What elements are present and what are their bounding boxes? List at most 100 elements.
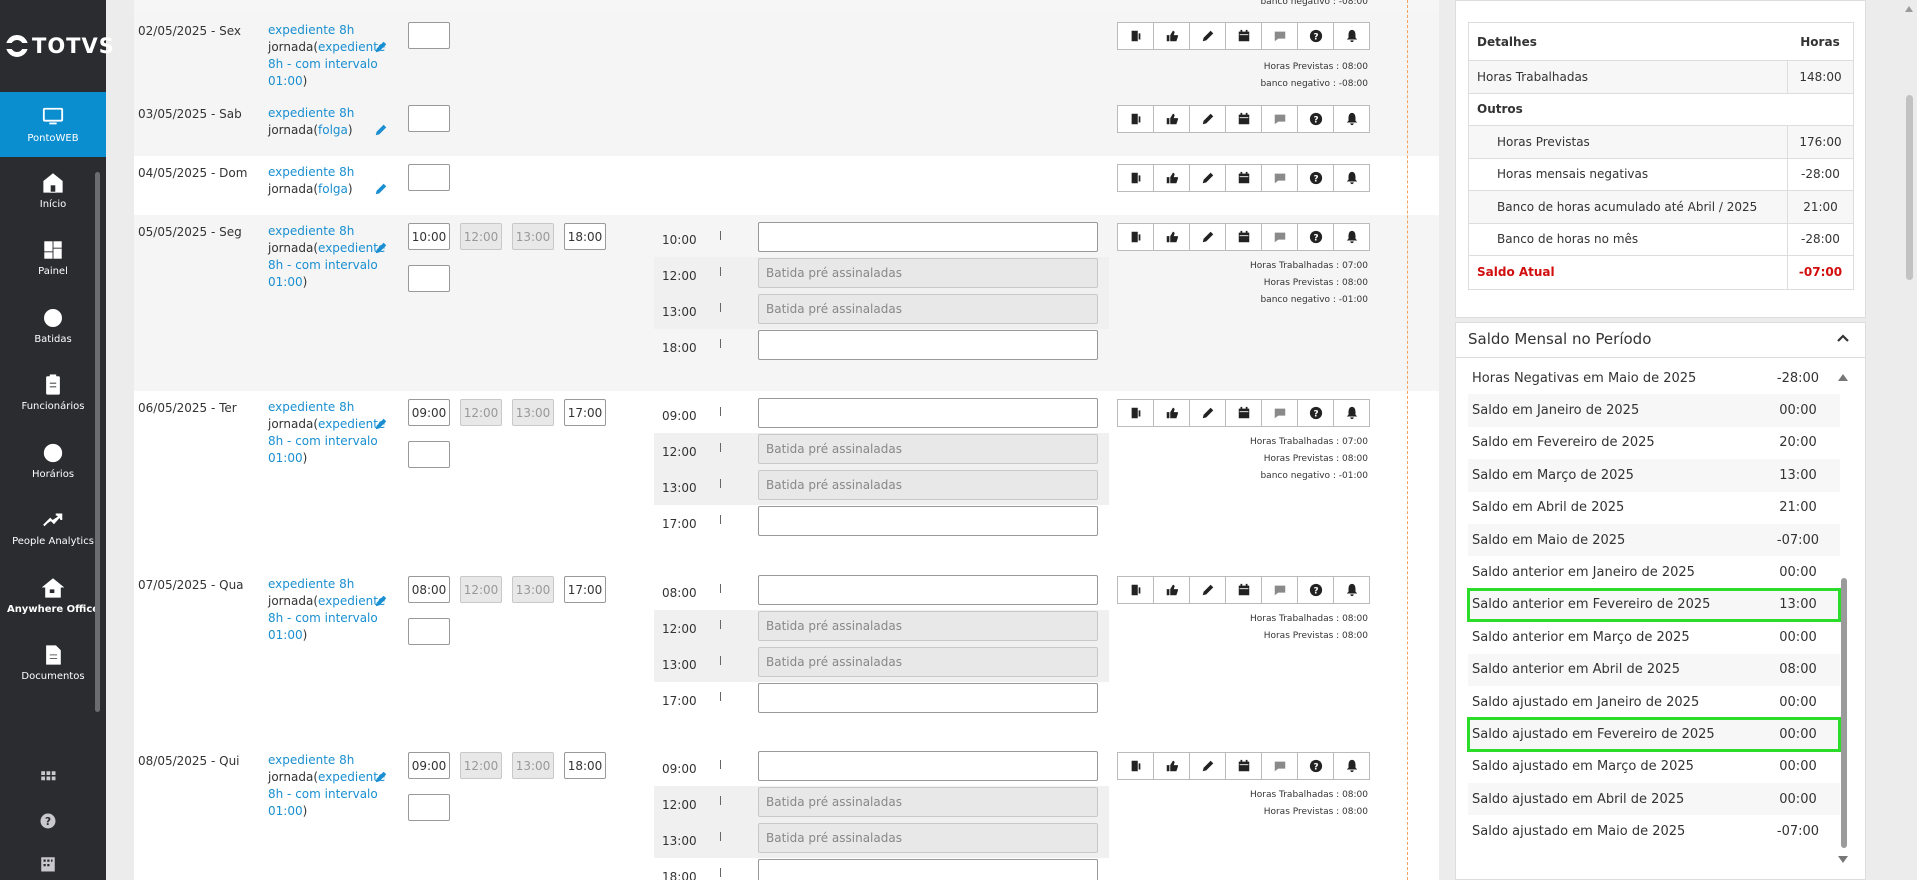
thumbs-up-button[interactable]: [1153, 399, 1190, 427]
bell-button[interactable]: [1333, 22, 1370, 50]
collapse-chevron-up-icon[interactable]: [1835, 330, 1853, 348]
punch-justification-input[interactable]: [758, 859, 1098, 880]
sidebar-item-batidas[interactable]: Batidas: [0, 292, 106, 360]
help-circle-button[interactable]: ?: [1297, 399, 1334, 427]
pencil-button[interactable]: [1189, 223, 1226, 251]
bell-button[interactable]: [1333, 164, 1370, 192]
schedule-link[interactable]: expediente 8h: [268, 577, 354, 591]
calendar-button[interactable]: [1225, 752, 1262, 780]
pencil-button[interactable]: [1189, 22, 1226, 50]
bell-button[interactable]: [1333, 399, 1370, 427]
bell-button[interactable]: [1333, 752, 1370, 780]
sidebar-item-hor-rios[interactable]: Horários: [0, 427, 106, 495]
comment-button[interactable]: [1261, 105, 1298, 133]
punch-justification-input[interactable]: [758, 330, 1098, 360]
sidebar-item-documentos[interactable]: Documentos: [0, 630, 106, 698]
sidebar-item-funcion-rios[interactable]: Funcionários: [0, 360, 106, 428]
list-scroll-down-icon[interactable]: [1838, 856, 1848, 863]
help-circle-button[interactable]: ?: [1297, 164, 1334, 192]
schedule-link[interactable]: expediente 8h: [268, 165, 354, 179]
page-scroll-up-icon[interactable]: [1905, 6, 1913, 12]
help-circle-button[interactable]: ?: [1297, 576, 1334, 604]
time-field[interactable]: [408, 105, 450, 132]
punch-justification-input[interactable]: [758, 751, 1098, 781]
time-field[interactable]: 09:00: [408, 399, 450, 426]
door-button[interactable]: [1117, 223, 1154, 251]
thumbs-up-button[interactable]: [1153, 223, 1190, 251]
pencil-button[interactable]: [1189, 752, 1226, 780]
apps-grid-button[interactable]: [0, 756, 95, 799]
calendar-button[interactable]: [1225, 576, 1262, 604]
jornada-link[interactable]: folga: [318, 182, 348, 196]
comment-button[interactable]: [1261, 752, 1298, 780]
schedule-link[interactable]: expediente 8h: [268, 224, 354, 238]
company-button[interactable]: [0, 842, 95, 880]
time-field[interactable]: [408, 22, 450, 49]
door-button[interactable]: [1117, 164, 1154, 192]
pencil-button[interactable]: [1189, 399, 1226, 427]
schedule-link[interactable]: expediente 8h: [268, 400, 354, 414]
time-field[interactable]: 09:00: [408, 752, 450, 779]
totvs-logo[interactable]: TOTVS: [5, 34, 115, 58]
calendar-button[interactable]: [1225, 22, 1262, 50]
door-button[interactable]: [1117, 105, 1154, 133]
thumbs-up-button[interactable]: [1153, 576, 1190, 604]
comment-button[interactable]: [1261, 164, 1298, 192]
page-scrollbar[interactable]: [1906, 95, 1913, 280]
extra-time-field[interactable]: [408, 441, 450, 468]
edit-schedule-pencil-icon[interactable]: [374, 770, 388, 784]
comment-button[interactable]: [1261, 223, 1298, 251]
calendar-button[interactable]: [1225, 399, 1262, 427]
door-button[interactable]: [1117, 576, 1154, 604]
sidebar-item-in-cio[interactable]: Início: [0, 157, 106, 225]
jornada-link[interactable]: folga: [318, 123, 348, 137]
edit-schedule-pencil-icon[interactable]: [374, 594, 388, 608]
punch-justification-input[interactable]: [758, 222, 1098, 252]
pencil-button[interactable]: [1189, 164, 1226, 192]
schedule-link[interactable]: expediente 8h: [268, 106, 354, 120]
list-scrollbar[interactable]: [1841, 578, 1847, 848]
extra-time-field[interactable]: [408, 794, 450, 821]
edit-schedule-pencil-icon[interactable]: [374, 123, 388, 137]
calendar-button[interactable]: [1225, 105, 1262, 133]
time-field[interactable]: 18:00: [564, 223, 606, 250]
door-button[interactable]: [1117, 752, 1154, 780]
time-field[interactable]: 10:00: [408, 223, 450, 250]
comment-button[interactable]: [1261, 399, 1298, 427]
sidebar-item-pontoweb[interactable]: PontoWEB: [0, 92, 106, 157]
help-circle-button[interactable]: ?: [1297, 223, 1334, 251]
schedule-link[interactable]: expediente 8h: [268, 753, 354, 767]
time-field[interactable]: 08:00: [408, 576, 450, 603]
pencil-button[interactable]: [1189, 576, 1226, 604]
help-circle-button[interactable]: ?: [1297, 22, 1334, 50]
bell-button[interactable]: [1333, 576, 1370, 604]
punch-justification-input[interactable]: [758, 575, 1098, 605]
thumbs-up-button[interactable]: [1153, 105, 1190, 133]
calendar-button[interactable]: [1225, 223, 1262, 251]
calendar-button[interactable]: [1225, 164, 1262, 192]
comment-button[interactable]: [1261, 576, 1298, 604]
sidebar-scrollbar[interactable]: [95, 172, 100, 712]
edit-schedule-pencil-icon[interactable]: [374, 40, 388, 54]
comment-button[interactable]: [1261, 22, 1298, 50]
extra-time-field[interactable]: [408, 265, 450, 292]
time-field[interactable]: 17:00: [564, 576, 606, 603]
bell-button[interactable]: [1333, 105, 1370, 133]
sidebar-item-people-analytics[interactable]: People Analytics: [0, 495, 106, 563]
edit-schedule-pencil-icon[interactable]: [374, 417, 388, 431]
help-circle-button[interactable]: ?: [1297, 105, 1334, 133]
help-button[interactable]: ?: [0, 799, 95, 842]
thumbs-up-button[interactable]: [1153, 22, 1190, 50]
door-button[interactable]: [1117, 399, 1154, 427]
pencil-button[interactable]: [1189, 105, 1226, 133]
thumbs-up-button[interactable]: [1153, 752, 1190, 780]
help-circle-button[interactable]: ?: [1297, 752, 1334, 780]
thumbs-up-button[interactable]: [1153, 164, 1190, 192]
time-field[interactable]: [408, 164, 450, 191]
door-button[interactable]: [1117, 22, 1154, 50]
schedule-link[interactable]: expediente 8h: [268, 23, 354, 37]
bell-button[interactable]: [1333, 223, 1370, 251]
sidebar-item-anywhere-office[interactable]: Anywhere Office: [0, 562, 106, 630]
edit-schedule-pencil-icon[interactable]: [374, 182, 388, 196]
edit-schedule-pencil-icon[interactable]: [374, 241, 388, 255]
